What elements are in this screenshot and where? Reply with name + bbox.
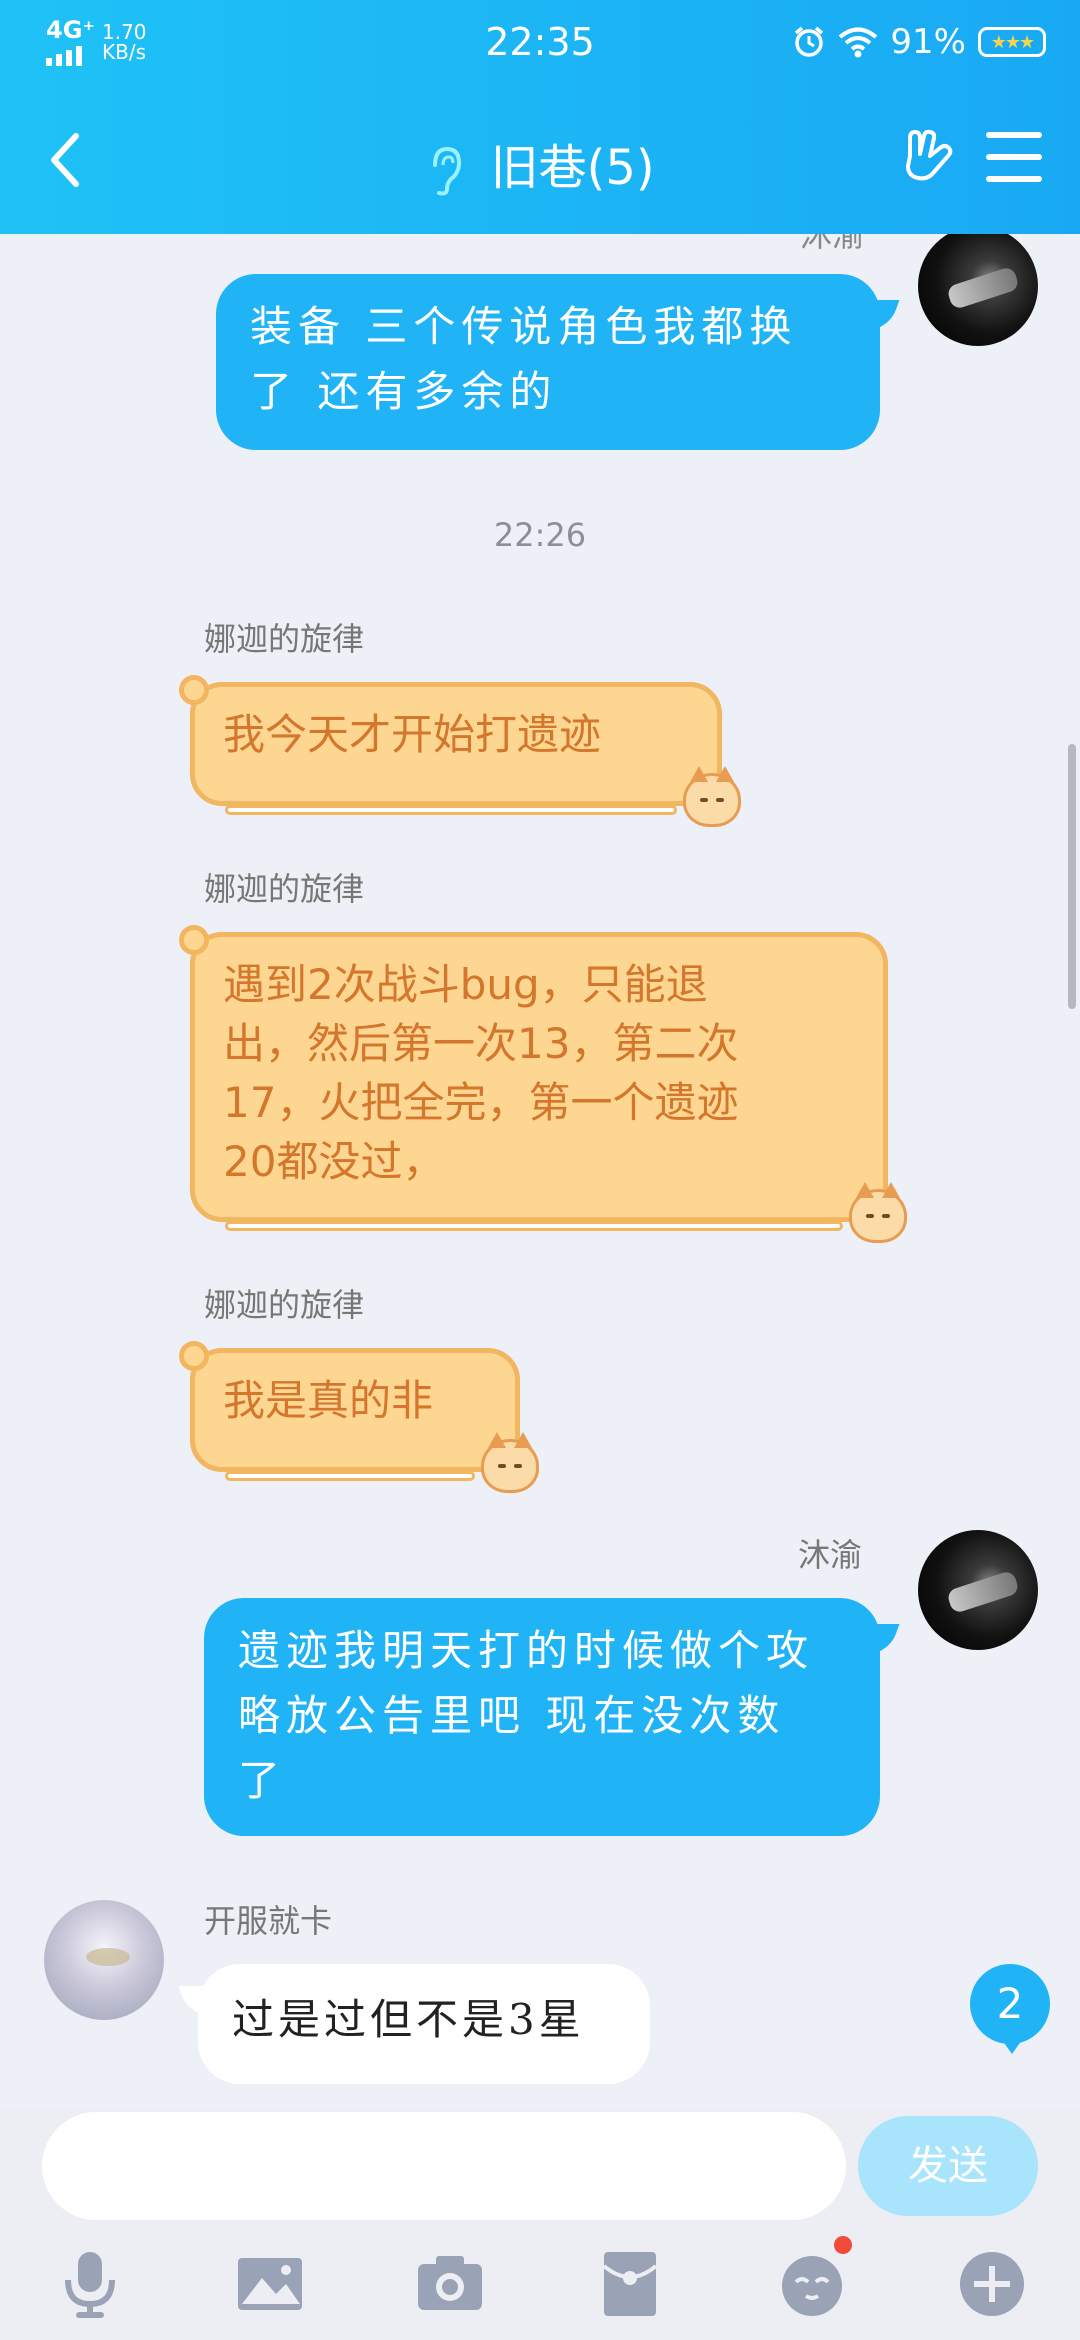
- alarm-icon: [795, 26, 824, 57]
- notification-dot: [834, 2236, 852, 2254]
- input-bar: 发送: [0, 2108, 1080, 2340]
- message-text: 过是过但不是3星: [232, 1995, 585, 2044]
- send-button[interactable]: 发送: [858, 2116, 1038, 2216]
- message-input[interactable]: [42, 2112, 846, 2220]
- message-bubble[interactable]: 遗迹我明天打的时候做个攻 略放公告里吧 现在没次数 了: [204, 1598, 880, 1836]
- message-bubble[interactable]: 装备 三个传说角色我都换 了 还有多余的: [216, 274, 880, 450]
- message-text-line: 出，然后第一次13，第二次: [223, 1019, 739, 1068]
- hand-gesture-icon[interactable]: [900, 126, 962, 188]
- message-bubble[interactable]: 遇到2次战斗bug，只能退 出，然后第一次13，第二次 17，火把全完，第一个遗…: [179, 925, 907, 1243]
- sender-name: 开服就卡: [204, 1902, 333, 1940]
- bubble-decoration: [179, 1341, 209, 1371]
- battery-percent: 91%: [890, 22, 966, 62]
- bubble-decoration: [225, 1221, 843, 1231]
- camera-icon[interactable]: [414, 2248, 486, 2320]
- image-icon[interactable]: [234, 2248, 306, 2320]
- sender-name: 娜迦的旋律: [204, 870, 365, 908]
- input-toolbar: [0, 2236, 1080, 2338]
- message-text-line: 20都没过，: [223, 1137, 445, 1186]
- message-text-line: 遗迹我明天打的时候做个攻: [238, 1626, 815, 1675]
- battery-icon-text: ★★★: [990, 31, 1035, 53]
- message-text-line: 装备 三个传说角色我都换: [250, 302, 798, 351]
- emoji-icon: [782, 2256, 842, 2316]
- emoji-button[interactable]: [776, 2236, 852, 2320]
- plus-icon[interactable]: [956, 2248, 1028, 2320]
- message-bubble[interactable]: 过是过但不是3星: [198, 1964, 650, 2084]
- menu-icon[interactable]: [986, 132, 1042, 182]
- avatar[interactable]: [918, 1530, 1038, 1650]
- bubble-decoration: [179, 675, 209, 705]
- new-message-badge[interactable]: 2: [970, 1964, 1050, 2054]
- bubble-decoration: [225, 1471, 475, 1481]
- cat-sticker-icon: [849, 1182, 907, 1243]
- message-text-line: 17，火把全完，第一个遗迹: [223, 1078, 739, 1127]
- chat-title: 旧巷(5): [490, 140, 655, 196]
- avatar[interactable]: [44, 1900, 164, 2020]
- sender-name: 沐渝: [800, 234, 865, 254]
- message-text-line: 略放公告里吧 现在没次数: [238, 1691, 786, 1740]
- bubble-decoration: [225, 805, 677, 815]
- message-text: 我今天才开始打遗迹: [223, 710, 602, 759]
- status-right-group: 91% ★★★: [792, 22, 1046, 62]
- microphone-icon[interactable]: [54, 2248, 126, 2320]
- new-message-count: 2: [996, 1979, 1024, 2028]
- sender-name: 沐渝: [798, 1536, 863, 1574]
- ear-icon: [433, 146, 462, 196]
- battery-icon: ★★★: [978, 27, 1046, 57]
- message-text-line: 遇到2次战斗bug，只能退: [223, 960, 708, 1009]
- status-bar: 4G⁺ 1.70 KB/s 22:35 91% ★★★: [0, 0, 1080, 84]
- message-bubble[interactable]: 我今天才开始打遗迹: [179, 675, 741, 827]
- nav-bar: 旧巷(5): [0, 110, 1080, 210]
- message-timestamp: 22:26: [493, 516, 587, 554]
- message-text-line: 了 还有多余的: [250, 367, 558, 416]
- message-bubble[interactable]: 我是真的非: [179, 1341, 539, 1493]
- bubble-decoration: [179, 925, 209, 955]
- red-packet-icon[interactable]: [594, 2248, 666, 2320]
- cat-sticker-icon: [481, 1432, 539, 1493]
- sender-name: 娜迦的旋律: [204, 620, 365, 658]
- scrollbar[interactable]: [1068, 744, 1076, 1009]
- sender-name: 娜迦的旋律: [204, 1286, 365, 1324]
- wifi-icon: [839, 27, 878, 58]
- cat-sticker-icon: [683, 766, 741, 827]
- avatar[interactable]: [918, 234, 1038, 346]
- message-list[interactable]: 沐渝 装备 三个传说角色我都换 了 还有多余的 22:26 娜迦的旋律 我今天才…: [0, 234, 1080, 2108]
- message-text: 我是真的非: [223, 1376, 434, 1425]
- message-text-line: 了: [238, 1756, 287, 1805]
- chat-header: 4G⁺ 1.70 KB/s 22:35 91% ★★★ 旧巷(5): [0, 0, 1080, 234]
